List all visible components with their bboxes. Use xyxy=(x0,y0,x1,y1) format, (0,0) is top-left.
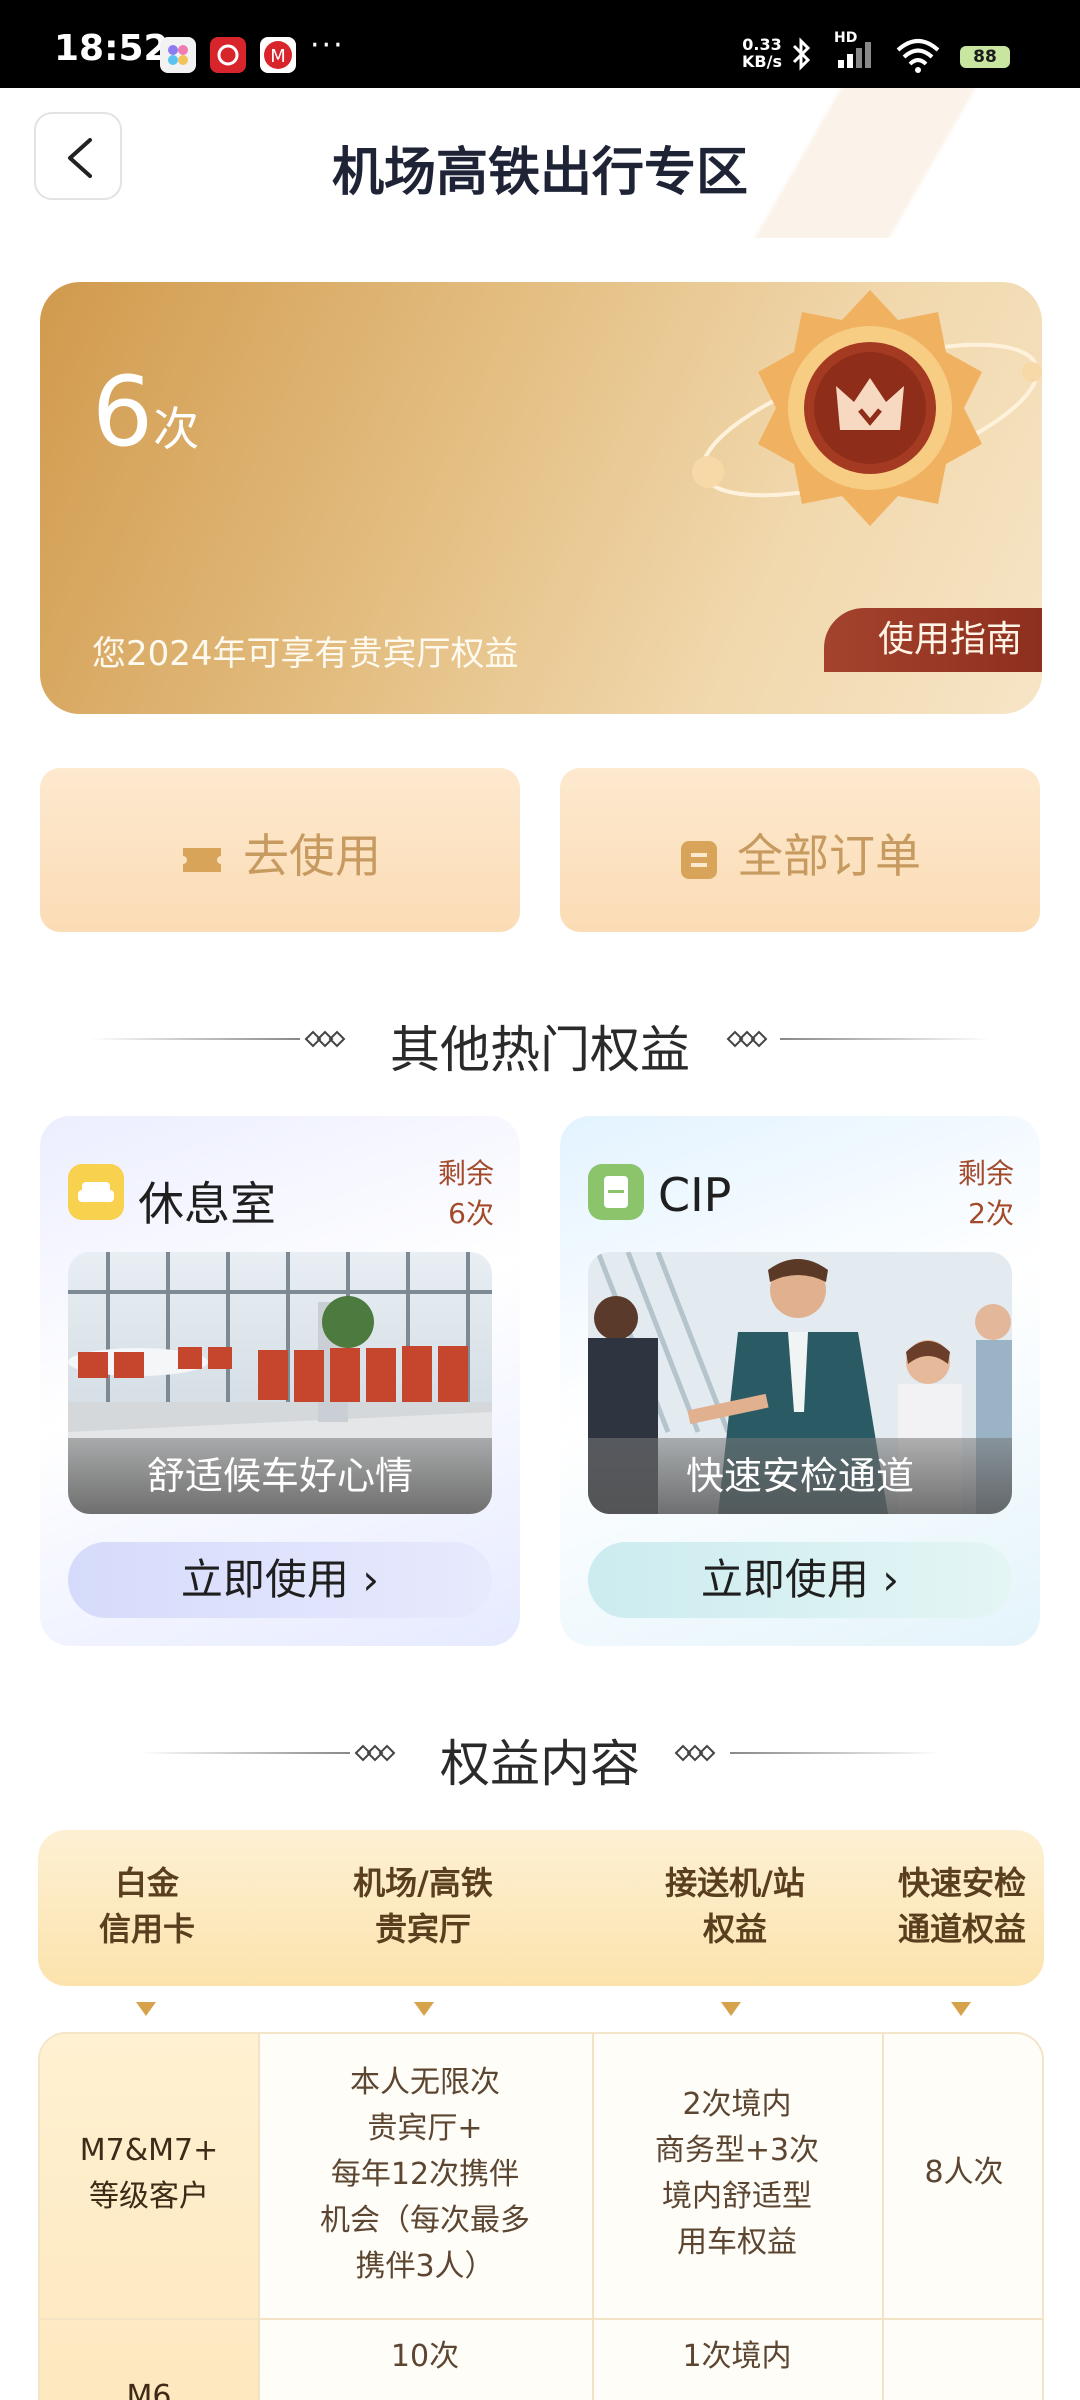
lounge-entitlement-card: 6次 您2024年可享有贵宾厅权益 使用指南 xyxy=(40,282,1042,714)
table-header-transfer: 接送机/站 权益 xyxy=(665,1864,805,1948)
table-header-fast-security: 快速安检 通道权益 xyxy=(897,1864,1026,1948)
more-notifications-icon: ··· xyxy=(310,28,345,63)
lounge-remaining: 剩余 6次 xyxy=(437,1157,494,1230)
benefit-table-body: M7&M7+ 等级客户 本人无限次 贵宾厅+ 每年12次携伴 机会（每次最多 携伴… xyxy=(38,2032,1044,2400)
table-cell-transfer: 1次境内 xyxy=(682,2339,792,2374)
sofa-icon xyxy=(68,1164,124,1220)
lounge-caption: 舒适候车好心情 xyxy=(68,1438,492,1514)
crown-badge-icon xyxy=(692,290,1042,526)
benefit-content-heading: 权益内容 xyxy=(440,1735,640,1793)
lounge-title: 休息室 xyxy=(138,1177,276,1231)
ticket-icon xyxy=(183,847,221,872)
lounge-photo: 舒适候车好心情 xyxy=(68,1252,492,1514)
lounge-benefit-card[interactable]: 休息室 剩余 6次 舒适候车好心情 立即使用 › xyxy=(40,1116,520,1646)
cell-signal-icon: HD xyxy=(834,30,880,74)
status-time: 18:52 xyxy=(54,28,169,69)
svg-text:M: M xyxy=(270,46,286,67)
caret-down-icon xyxy=(136,2002,156,2016)
page-header: 机场高铁出行专区 xyxy=(0,88,1080,238)
cip-remaining: 剩余 2次 xyxy=(957,1157,1014,1230)
table-header-lounge: 机场/高铁 贵宾厅 xyxy=(353,1864,493,1948)
app-icon-bank xyxy=(210,37,246,73)
document-icon xyxy=(588,1164,644,1220)
cip-photo: 快速安检通道 xyxy=(588,1252,1012,1514)
usage-guide-button[interactable]: 使用指南 xyxy=(824,608,1042,672)
cip-caption: 快速安检通道 xyxy=(588,1438,1012,1514)
table-header-card-type: 白金 信用卡 xyxy=(98,1864,195,1948)
entitlement-count: 6次 xyxy=(92,356,200,468)
caret-down-icon xyxy=(414,2002,434,2016)
app-icon-assistant xyxy=(160,37,196,73)
table-row-tier: M7&M7+ 等级客户 xyxy=(79,2133,219,2214)
entitlement-description: 您2024年可享有贵宾厅权益 xyxy=(92,634,519,674)
table-cell-lounge: 本人无限次 贵宾厅+ 每年12次携伴 机会（每次最多 携伴3人） xyxy=(320,2065,530,2284)
go-use-button[interactable]: 去使用 xyxy=(40,768,520,932)
lounge-use-now-button[interactable]: 立即使用 › xyxy=(68,1542,492,1618)
table-cell-transfer: 2次境内 商务型+3次 境内舒适型 用车权益 xyxy=(654,2087,820,2260)
status-bar: 18:52 M ··· 0.33 KB/s HD 88 xyxy=(0,0,1080,88)
cip-title: CIP xyxy=(658,1168,732,1222)
caret-down-icon xyxy=(721,2002,741,2016)
all-orders-button[interactable]: 全部订单 xyxy=(560,768,1040,932)
order-list-icon xyxy=(681,840,717,879)
page-title: 机场高铁出行专区 xyxy=(331,143,748,203)
wifi-icon xyxy=(896,39,940,73)
cip-benefit-card[interactable]: CIP 剩余 2次 快速安检通道 立即使用 › xyxy=(560,1116,1040,1646)
caret-down-icon xyxy=(951,2002,971,2016)
benefit-table-header: 白金 信用卡 机场/高铁 贵宾厅 接送机/站 权益 快速安检 通道权益 xyxy=(38,1830,1044,1986)
cip-use-now-button[interactable]: 立即使用 › xyxy=(588,1542,1012,1618)
hot-benefits-heading: 其他热门权益 xyxy=(390,1021,690,1079)
divider-ornament-right-2 xyxy=(674,1744,716,1762)
divider-ornament-right xyxy=(726,1030,768,1048)
table-row-tier: M6 xyxy=(126,2379,172,2400)
bluetooth-icon xyxy=(792,37,811,71)
network-speed: 0.33 KB/s xyxy=(742,35,782,71)
table-cell-security: 8人次 xyxy=(924,2155,1004,2190)
battery-indicator: 88 xyxy=(960,46,1010,68)
app-icon-cmb: M xyxy=(260,37,296,73)
table-cell-lounge: 10次 xyxy=(390,2339,460,2374)
